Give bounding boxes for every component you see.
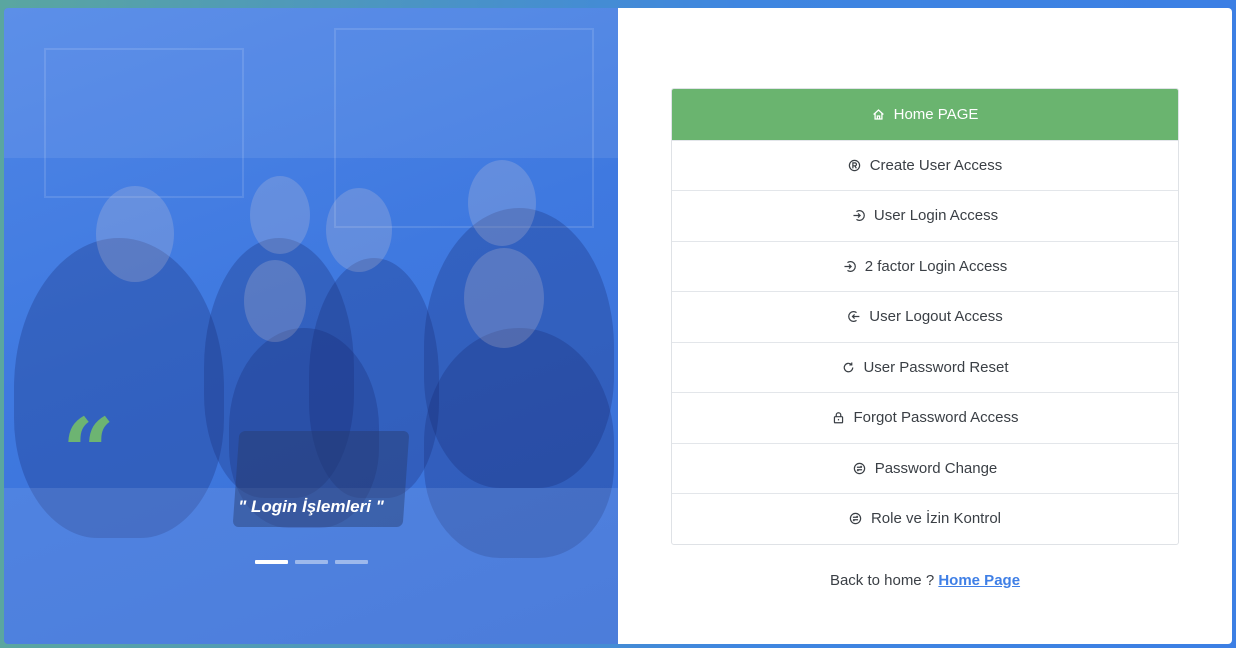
menu-item-user-logout-access[interactable]: User Logout Access: [672, 291, 1178, 342]
quote-icon: “: [62, 398, 115, 506]
app-frame: “ " Login İşlemleri " Home PAGE Create U…: [4, 8, 1232, 644]
access-menu-list: Home PAGE Create User Access User Login …: [671, 88, 1179, 545]
person-head: [250, 176, 310, 254]
registered-icon: [848, 158, 862, 172]
person-head: [244, 260, 306, 342]
carousel-dot[interactable]: [335, 560, 368, 564]
hero-caption: " Login İşlemleri ": [238, 497, 384, 516]
menu-item-label: User Logout Access: [869, 308, 1003, 326]
menu-item-label: 2 factor Login Access: [864, 257, 1008, 275]
carousel-dot[interactable]: [255, 560, 288, 564]
background-window: [44, 48, 244, 198]
exchange-icon: [853, 461, 867, 475]
person-head: [96, 186, 174, 282]
menu-panel: Home PAGE Create User Access User Login …: [618, 8, 1232, 644]
hero-panel: “ " Login İşlemleri ": [4, 8, 618, 644]
menu-item-label: User Login Access: [873, 207, 999, 225]
menu-item-create-user-access[interactable]: Create User Access: [672, 139, 1178, 191]
back-to-home: Back to home ? Home Page: [618, 572, 1232, 589]
logout-icon: [847, 310, 861, 324]
menu-item-label: Role ve İzin Kontrol: [870, 510, 1002, 528]
menu-item-home-page[interactable]: Home PAGE: [672, 89, 1178, 140]
login-icon: [852, 209, 866, 223]
refresh-icon: [841, 360, 855, 374]
person-head: [326, 188, 392, 272]
menu-item-user-password-reset[interactable]: User Password Reset: [672, 341, 1178, 393]
carousel-dot[interactable]: [295, 560, 328, 564]
back-text: Back to home ?: [829, 572, 935, 589]
home-icon: [872, 107, 886, 121]
menu-item-password-change[interactable]: Password Change: [672, 442, 1178, 494]
menu-item-label: User Password Reset: [863, 358, 1009, 376]
menu-item-2-factor-login-access[interactable]: 2 factor Login Access: [672, 240, 1178, 292]
carousel-indicators: [255, 560, 368, 564]
menu-item-forgot-password-access[interactable]: Forgot Password Access: [672, 392, 1178, 443]
menu-item-label: Create User Access: [869, 156, 1003, 174]
login-icon: [843, 259, 857, 273]
menu-item-label: Password Change: [874, 459, 998, 477]
person-head: [468, 160, 536, 246]
exchange-icon: [849, 512, 863, 526]
menu-item-user-login-access[interactable]: User Login Access: [672, 190, 1178, 241]
menu-item-label: Home PAGE: [893, 105, 979, 123]
menu-item-label: Forgot Password Access: [853, 409, 1019, 427]
home-page-link[interactable]: Home Page: [938, 572, 1020, 589]
lock-icon: [831, 411, 845, 425]
person-head: [464, 248, 544, 348]
menu-item-role-ve-izin-kontrol[interactable]: Role ve İzin Kontrol: [672, 493, 1178, 544]
